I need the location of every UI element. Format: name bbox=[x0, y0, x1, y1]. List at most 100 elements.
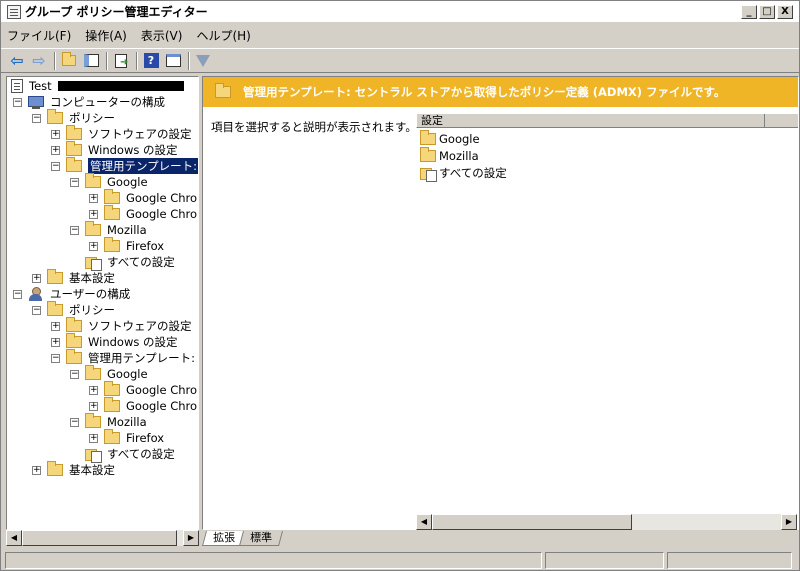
expand-toggle[interactable]: + bbox=[89, 433, 98, 443]
list-horizontal-scrollbar[interactable]: ◀ ▶ bbox=[416, 514, 797, 530]
tree-item-google-chrome-1[interactable]: + Google Chrom bbox=[89, 189, 198, 206]
tree-label: ソフトウェアの設定 bbox=[88, 127, 192, 141]
close-button[interactable]: X bbox=[777, 5, 793, 19]
tree-item-policy[interactable]: − ポリシー bbox=[32, 301, 115, 318]
folder-icon bbox=[47, 301, 63, 316]
tree-item-windows-settings[interactable]: + Windows の設定 bbox=[51, 333, 178, 350]
collapse-toggle[interactable]: − bbox=[51, 161, 60, 171]
folder-icon bbox=[47, 461, 63, 476]
filter-icon[interactable] bbox=[193, 51, 213, 71]
list-item-all-settings[interactable]: すべての設定 bbox=[420, 164, 507, 182]
tree-item-google-chrome-1[interactable]: + Google Chrom bbox=[89, 381, 198, 398]
tree-item-google-chrome-2[interactable]: + Google Chrom bbox=[89, 205, 198, 222]
tree-item-computer-config[interactable]: − コンピューターの構成 bbox=[13, 94, 165, 110]
forward-icon[interactable]: ⇨ bbox=[29, 51, 49, 71]
expand-toggle[interactable]: + bbox=[51, 145, 60, 155]
maximize-button[interactable]: □ bbox=[759, 5, 775, 19]
tree-item-basic-settings[interactable]: + 基本設定 bbox=[32, 461, 115, 478]
scroll-left-button[interactable]: ◀ bbox=[6, 530, 22, 546]
export-list-icon[interactable]: ➜ bbox=[111, 51, 131, 71]
expand-toggle[interactable]: + bbox=[32, 465, 41, 475]
collapse-toggle[interactable]: − bbox=[13, 289, 22, 299]
all-settings-icon bbox=[85, 447, 102, 463]
tree-item-admin-templates[interactable]: − 管理用テンプレート: セ bbox=[51, 349, 198, 366]
expand-toggle[interactable]: + bbox=[51, 321, 60, 331]
menu-view[interactable]: 表示(V) bbox=[141, 27, 183, 44]
expand-toggle[interactable]: + bbox=[89, 209, 98, 219]
scroll-thumb[interactable] bbox=[432, 514, 632, 530]
collapse-toggle[interactable]: − bbox=[70, 369, 79, 379]
show-hide-tree-icon[interactable] bbox=[81, 51, 101, 71]
toolbar: ⇦ ⇨ ➜ ? bbox=[1, 48, 799, 73]
collapse-toggle[interactable]: − bbox=[13, 97, 22, 107]
column-header-setting[interactable]: 設定 bbox=[417, 114, 765, 127]
scroll-left-button[interactable]: ◀ bbox=[416, 514, 432, 530]
properties-icon[interactable] bbox=[163, 51, 183, 71]
folder-icon bbox=[215, 83, 231, 98]
list-item-google[interactable]: Google bbox=[420, 129, 480, 147]
details-header-text: 管理用テンプレート: セントラル ストアから取得したポリシー定義 (ADMX) … bbox=[243, 85, 726, 99]
scroll-right-button[interactable]: ▶ bbox=[781, 514, 797, 530]
list-item-mozilla[interactable]: Mozilla bbox=[420, 146, 479, 164]
window-title: グループ ポリシー管理エディター bbox=[25, 5, 208, 19]
menu-file[interactable]: ファイル(F) bbox=[7, 27, 71, 44]
tree-label: ソフトウェアの設定 bbox=[88, 319, 192, 333]
tree-horizontal-scrollbar[interactable]: ◀ ▶ bbox=[6, 530, 199, 546]
folder-icon bbox=[66, 349, 82, 364]
menu-action[interactable]: 操作(A) bbox=[85, 27, 127, 44]
tree-item-google-chrome-2[interactable]: + Google Chrom bbox=[89, 397, 198, 414]
tree-item-software-settings[interactable]: + ソフトウェアの設定 bbox=[51, 125, 192, 142]
folder-icon bbox=[104, 237, 120, 252]
collapse-toggle[interactable]: − bbox=[70, 225, 79, 235]
collapse-toggle[interactable]: − bbox=[70, 177, 79, 187]
collapse-toggle[interactable]: − bbox=[70, 417, 79, 427]
expand-toggle[interactable]: + bbox=[89, 385, 98, 395]
expand-toggle[interactable]: + bbox=[89, 401, 98, 411]
tree-item-firefox[interactable]: + Firefox bbox=[89, 237, 164, 254]
tree-item-admin-templates[interactable]: − 管理用テンプレート: セ bbox=[51, 157, 198, 174]
collapse-toggle[interactable]: − bbox=[32, 113, 41, 123]
tree-root-label: Test bbox=[29, 79, 52, 93]
tree-label: すべての設定 bbox=[107, 255, 175, 269]
computer-icon bbox=[28, 95, 44, 109]
tree-item-mozilla[interactable]: − Mozilla bbox=[70, 221, 147, 238]
tab-standard[interactable]: 標準 bbox=[238, 531, 284, 546]
tree-item-policy[interactable]: − ポリシー bbox=[32, 109, 115, 126]
tree-pane[interactable]: Test − コンピューターの構成 − ポリシー + ソフトウェアの設定 + W… bbox=[6, 76, 199, 530]
tree-item-windows-settings[interactable]: + Windows の設定 bbox=[51, 141, 178, 158]
tree-item-google[interactable]: − Google bbox=[70, 365, 148, 382]
tree-item-all-settings[interactable]: すべての設定 bbox=[85, 254, 175, 271]
all-settings-icon bbox=[85, 255, 102, 271]
minimize-button[interactable]: _ bbox=[741, 5, 757, 19]
expand-toggle[interactable]: + bbox=[32, 273, 41, 283]
expand-toggle[interactable]: + bbox=[51, 129, 60, 139]
details-pane: 管理用テンプレート: セントラル ストアから取得したポリシー定義 (ADMX) … bbox=[202, 76, 799, 530]
list-column-header[interactable]: 設定 bbox=[416, 113, 798, 128]
back-icon[interactable]: ⇦ bbox=[7, 51, 27, 71]
expand-toggle[interactable]: + bbox=[89, 241, 98, 251]
scroll-thumb[interactable] bbox=[22, 530, 177, 546]
collapse-toggle[interactable]: − bbox=[51, 353, 60, 363]
expand-toggle[interactable]: + bbox=[89, 193, 98, 203]
tree-item-all-settings[interactable]: すべての設定 bbox=[85, 446, 175, 463]
window-controls: _ □ X bbox=[739, 5, 793, 19]
collapse-toggle[interactable]: − bbox=[32, 305, 41, 315]
expand-toggle[interactable]: + bbox=[51, 337, 60, 347]
tree-item-user-config[interactable]: − ユーザーの構成 bbox=[13, 286, 130, 302]
tree-item-firefox[interactable]: + Firefox bbox=[89, 429, 164, 446]
tree-item-basic-settings[interactable]: + 基本設定 bbox=[32, 269, 115, 286]
tree-label: Google bbox=[107, 367, 148, 381]
up-folder-icon[interactable] bbox=[59, 51, 79, 71]
help-icon[interactable]: ? bbox=[141, 51, 161, 71]
scroll-right-button[interactable]: ▶ bbox=[183, 530, 199, 546]
tab-label: 標準 bbox=[250, 531, 273, 544]
description-text: 項目を選択すると説明が表示されます。 bbox=[211, 120, 417, 134]
tree-label: 基本設定 bbox=[69, 463, 115, 477]
tree-item-software-settings[interactable]: + ソフトウェアの設定 bbox=[51, 317, 192, 334]
tree-root[interactable]: Test bbox=[11, 78, 184, 94]
menu-help[interactable]: ヘルプ(H) bbox=[196, 27, 250, 44]
settings-list[interactable]: 設定 Google Mozilla すべての設定 bbox=[416, 113, 798, 513]
tree-item-google[interactable]: − Google bbox=[70, 173, 148, 190]
view-tabs: 拡張 標準 bbox=[201, 531, 284, 547]
tree-item-mozilla[interactable]: − Mozilla bbox=[70, 413, 147, 430]
